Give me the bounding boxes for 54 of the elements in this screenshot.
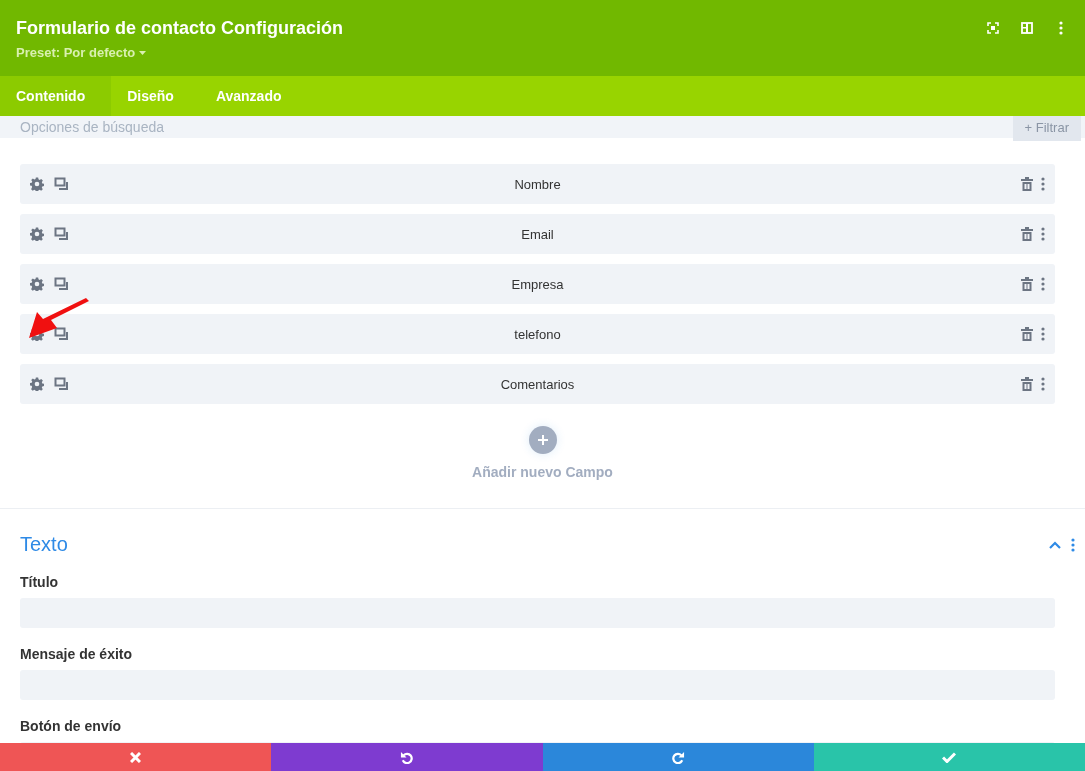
window-title: Formulario de contacto Configuración xyxy=(16,18,343,39)
tab[interactable]: Contenido xyxy=(0,76,112,116)
settings-icon[interactable] xyxy=(30,377,44,391)
input-label: Botón de envío xyxy=(20,718,123,734)
trash-icon[interactable] xyxy=(1021,327,1033,341)
field-name: Email xyxy=(520,226,555,242)
input-label: Mensaje de éxito xyxy=(20,646,134,662)
duplicate-icon[interactable] xyxy=(54,177,70,191)
tab[interactable]: Avanzado xyxy=(199,76,308,116)
field-name: telefono xyxy=(513,326,562,342)
field-name: Nombre xyxy=(513,176,562,192)
more-icon[interactable] xyxy=(1071,537,1075,552)
form-field-item[interactable]: Empresa xyxy=(20,264,1055,304)
trash-icon[interactable] xyxy=(1021,277,1033,291)
close-icon xyxy=(130,751,142,763)
preset-dropdown[interactable]: Preset: Por defecto xyxy=(16,45,343,60)
add-field-label: Añadir nuevo Campo xyxy=(472,464,613,480)
trash-icon[interactable] xyxy=(1021,177,1033,191)
duplicate-icon[interactable] xyxy=(54,277,70,291)
settings-icon[interactable] xyxy=(30,177,44,191)
more-icon[interactable] xyxy=(1059,21,1063,35)
pointer-arrow xyxy=(27,298,91,340)
redo-icon xyxy=(671,750,685,764)
chevron-up-icon[interactable] xyxy=(1049,540,1061,549)
sidebar-icon[interactable] xyxy=(1021,22,1033,34)
settings-icon[interactable] xyxy=(30,277,44,291)
duplicate-icon[interactable] xyxy=(54,377,70,391)
plus-icon xyxy=(537,435,548,445)
caret-icon xyxy=(139,50,147,55)
focus-icon[interactable] xyxy=(987,22,999,34)
tab[interactable]: Diseño xyxy=(111,76,200,116)
trash-icon[interactable] xyxy=(1021,377,1033,391)
more-icon[interactable] xyxy=(1041,377,1045,391)
duplicate-icon[interactable] xyxy=(54,227,70,241)
form-field-item[interactable]: telefono xyxy=(20,314,1055,354)
filter-button[interactable]: + Filtrar xyxy=(1012,116,1081,141)
form-field-item[interactable]: Email xyxy=(20,214,1055,254)
undo-icon xyxy=(400,750,414,764)
field-name: Comentarios xyxy=(499,376,576,392)
duplicate-icon[interactable] xyxy=(54,327,70,341)
form-field-item[interactable]: Comentarios xyxy=(20,364,1055,404)
settings-icon[interactable] xyxy=(30,227,44,241)
more-icon[interactable] xyxy=(1041,277,1045,291)
add-field-button[interactable] xyxy=(528,426,557,454)
section-title[interactable]: Texto xyxy=(20,533,68,556)
input-label: Título xyxy=(20,574,60,590)
check-icon xyxy=(942,751,957,763)
more-icon[interactable] xyxy=(1041,227,1045,241)
search-field[interactable]: Opciones de búsqueda xyxy=(20,119,320,135)
trash-icon[interactable] xyxy=(1021,227,1033,241)
form-field-item[interactable]: Nombre xyxy=(20,164,1055,204)
field-name: Empresa xyxy=(510,276,565,292)
more-icon[interactable] xyxy=(1041,327,1045,341)
more-icon[interactable] xyxy=(1041,177,1045,191)
